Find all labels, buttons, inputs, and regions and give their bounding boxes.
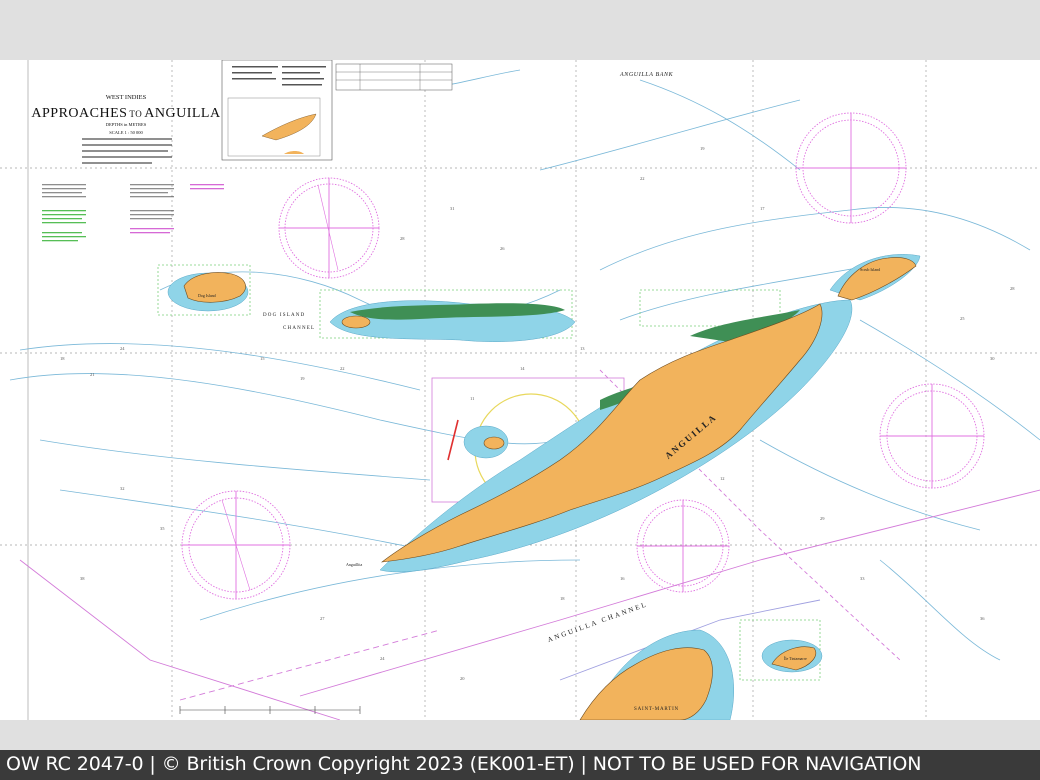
svg-text:15: 15 [260, 356, 265, 361]
tidal-table [335, 63, 453, 91]
svg-text:38: 38 [80, 576, 85, 581]
compass-rose-2 [795, 112, 907, 224]
depth-contours [9, 69, 1040, 661]
label-channel: CHANNEL [283, 326, 315, 331]
compass-rose-1 [278, 177, 380, 279]
label-ile-tintamarre: Île Tintamarre [784, 656, 807, 661]
nautical-chart[interactable]: 18 21 24 15 19 22 28 31 26 22 19 17 25 30 28 32 35 3… [0, 60, 1040, 720]
svg-text:35: 35 [160, 526, 165, 531]
chart-scale: SCALE 1 : 50 000 [109, 130, 143, 135]
graticule [0, 60, 1040, 720]
chart-title: APPROACHES TO ANGUILLA [31, 106, 221, 121]
svg-text:13: 13 [580, 346, 585, 351]
label-dog-island-channel: DOG ISLAND [263, 313, 305, 318]
label-saint-martin: SAINT-MARTIN [634, 707, 679, 712]
svg-text:11: 11 [470, 396, 474, 401]
svg-text:12: 12 [720, 476, 725, 481]
chart-region: WEST INDIES [106, 94, 147, 101]
svg-text:18: 18 [560, 596, 565, 601]
svg-text:16: 16 [620, 576, 625, 581]
svg-text:32: 32 [120, 486, 125, 491]
label-anguillita: Anguillita [346, 562, 362, 567]
svg-text:19: 19 [700, 146, 705, 151]
top-margin [0, 0, 1040, 60]
source-diagram-inset [221, 60, 333, 161]
svg-text:20: 20 [460, 676, 465, 681]
chart-canvas[interactable]: 18 21 24 15 19 22 28 31 26 22 19 17 25 30 28 32 35 3… [0, 60, 1040, 720]
svg-text:36: 36 [980, 616, 985, 621]
svg-text:33: 33 [860, 576, 865, 581]
compass-rose-4 [181, 490, 291, 600]
label-anguilla-channel: ANGUILLA CHANNEL [546, 600, 649, 644]
compass-rose-3 [879, 383, 985, 489]
compass-rose-5 [636, 499, 730, 593]
svg-text:22: 22 [340, 366, 345, 371]
svg-text:28: 28 [1010, 286, 1015, 291]
svg-text:24: 24 [380, 656, 385, 661]
svg-text:28: 28 [400, 236, 405, 241]
svg-text:19: 19 [300, 376, 305, 381]
scale-bar [179, 706, 361, 714]
svg-text:14: 14 [520, 366, 525, 371]
svg-text:29: 29 [820, 516, 825, 521]
svg-text:21: 21 [90, 372, 95, 377]
footer-bar: OW RC 2047-0 | © British Crown Copyright… [0, 750, 1040, 780]
svg-text:30: 30 [990, 356, 995, 361]
soundings: 18 21 24 15 19 22 28 31 26 22 19 17 25 30 28 32 35 3… [60, 146, 1015, 681]
anguilla-island [380, 303, 823, 563]
svg-text:25: 25 [960, 316, 965, 321]
svg-text:22: 22 [640, 176, 645, 181]
svg-text:27: 27 [320, 616, 325, 621]
svg-text:18: 18 [60, 356, 65, 361]
depths-note: DEPTHS in METRES [106, 122, 147, 127]
label-dog-island: Dog Island [198, 293, 216, 298]
label-anguilla-bank: ANGUILLA BANK [619, 72, 674, 78]
copyright-notice: OW RC 2047-0 | © British Crown Copyright… [6, 753, 922, 775]
svg-text:17: 17 [760, 206, 765, 211]
chart-notes [42, 184, 224, 242]
red-sector [447, 419, 459, 461]
title-block: WEST INDIES APPROACHES TO ANGUILLA DEPTHS … [31, 94, 221, 164]
label-scrub-island: Scrub Island [860, 267, 880, 272]
svg-text:31: 31 [450, 206, 455, 211]
svg-text:24: 24 [120, 346, 125, 351]
svg-text:26: 26 [500, 246, 505, 251]
scrub-island [837, 257, 917, 301]
bottom-margin [0, 720, 1040, 750]
